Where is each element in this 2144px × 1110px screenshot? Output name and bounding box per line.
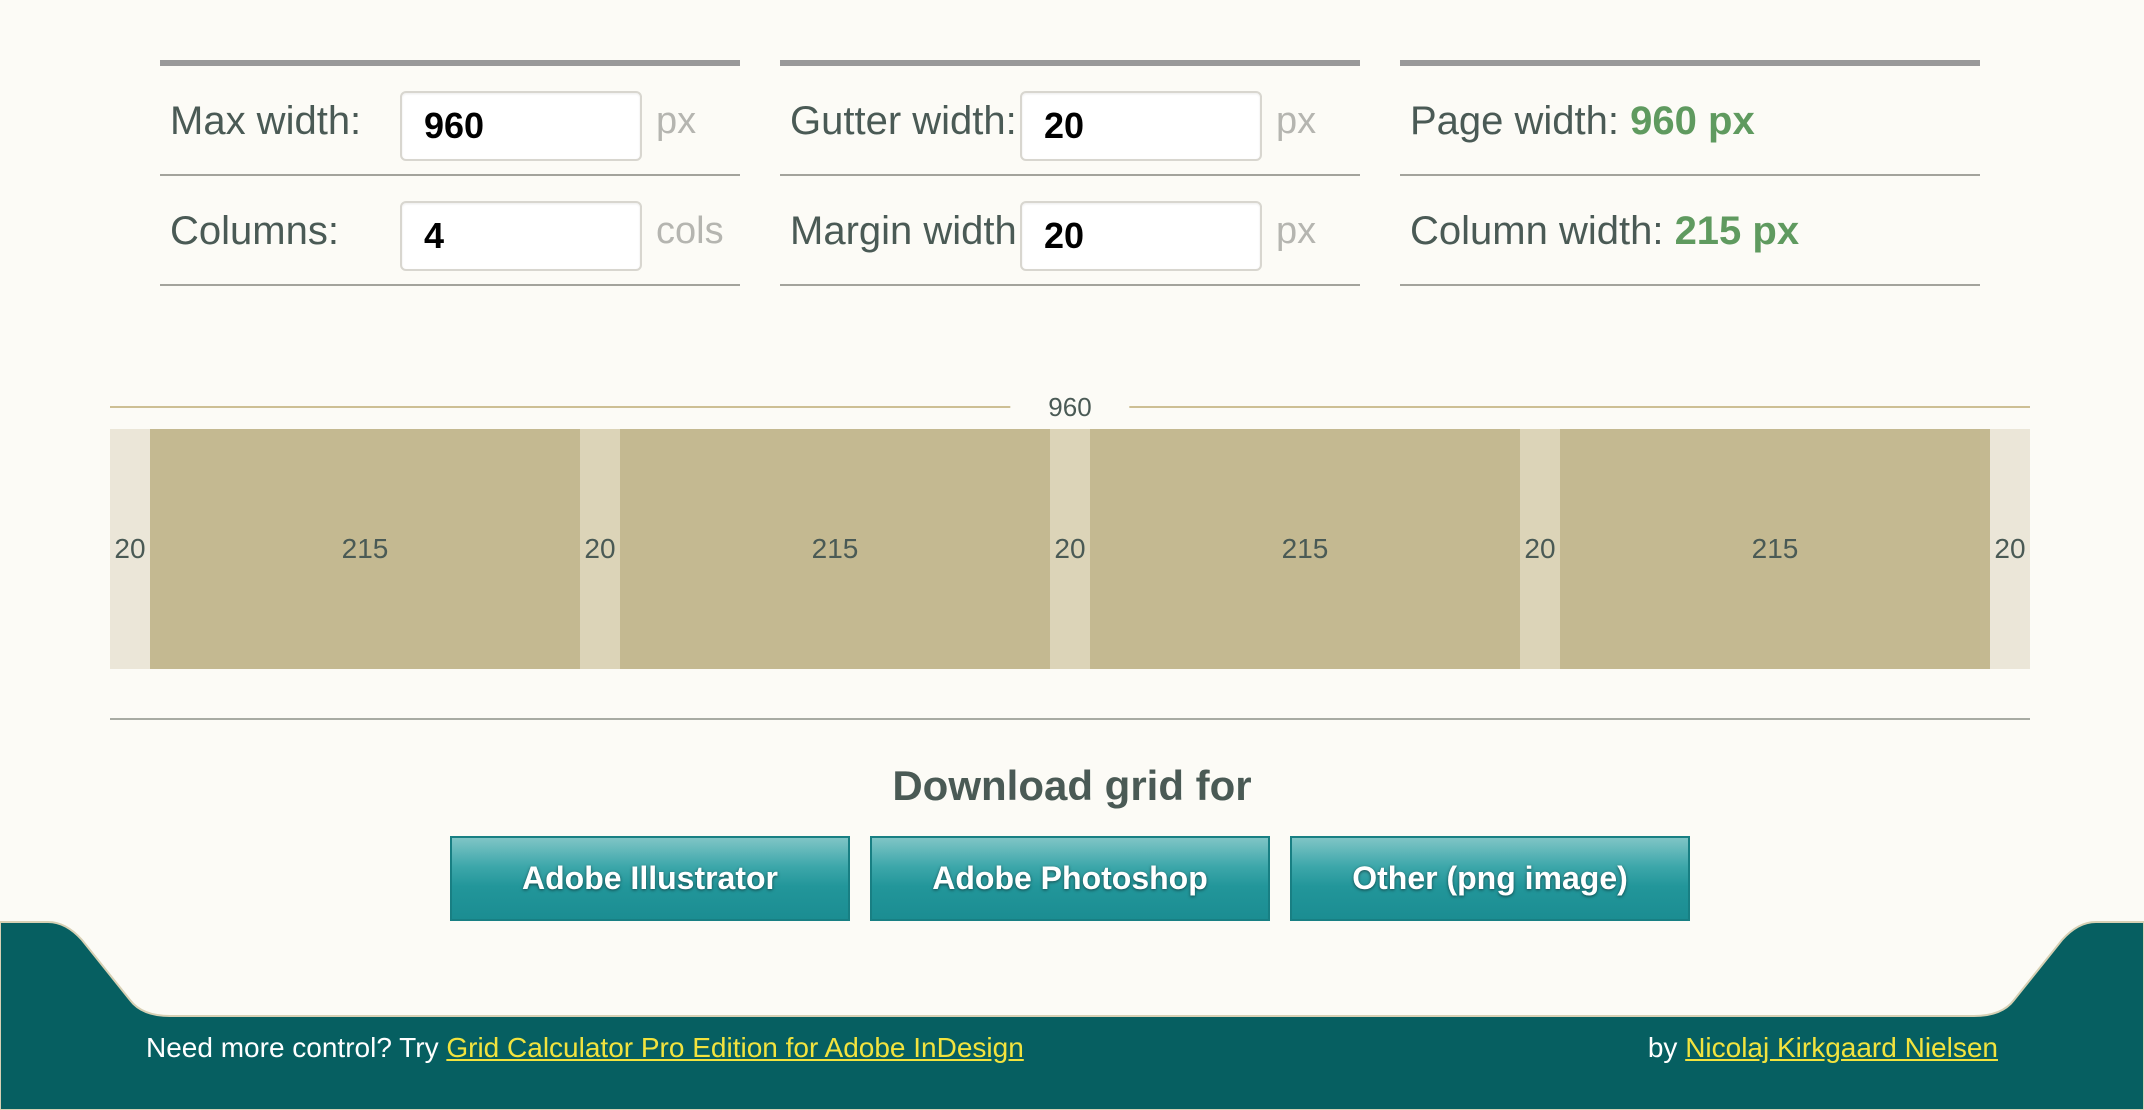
grid-gutter-1: 20 [580,429,620,669]
margin-width-row: Margin width: px [780,176,1360,286]
page-width-result: Page width: 960 px [1410,66,1755,176]
gutter-width-unit: px [1276,100,1317,142]
results-panel: Page width: 960 px Column width: 215 px [1400,60,1980,286]
settings-panel-spacing: Gutter width: px Margin width: px [780,60,1360,286]
grid-column-1: 215 [150,429,580,669]
author-link[interactable]: Nicolaj Kirkgaard Nielsen [1685,1032,1998,1063]
grid-margin-right: 20 [1990,429,2030,669]
download-title: Download grid for [892,762,1252,809]
grid-column-2: 215 [620,429,1050,669]
column-width-result: Column width: 215 px [1410,176,1799,286]
page-width-value: 960 px [1630,99,1755,143]
download-buttons: Adobe Illustrator Adobe Photoshop Other … [450,836,1690,921]
total-width-label: 960 [1010,385,1130,429]
footer-credit: by Nicolaj Kirkgaard Nielsen [1648,1030,1998,1066]
max-width-row: Max width: px [160,66,740,176]
section-divider [110,718,2030,720]
max-width-input[interactable] [400,91,642,161]
page-width-row: Page width: 960 px [1400,66,1980,176]
columns-label: Columns: [170,209,339,253]
pro-edition-link[interactable]: Grid Calculator Pro Edition for Adobe In… [446,1032,1023,1063]
margin-width-label: Margin width: [790,209,1028,253]
max-width-unit: px [656,100,697,142]
gutter-width-input[interactable] [1020,91,1262,161]
page-width-label: Page width: [1410,99,1620,143]
gutter-width-row: Gutter width: px [780,66,1360,176]
footer-promo: Need more control? Try Grid Calculator P… [146,1030,1024,1066]
margin-width-unit: px [1276,210,1317,252]
footer-by-text: by [1647,1032,1678,1063]
download-png-button[interactable]: Other (png image) [1290,836,1690,921]
column-width-value: 215 px [1674,209,1800,253]
total-width-line: 960 [110,385,2030,429]
columns-input[interactable] [400,201,642,271]
gutter-width-label: Gutter width: [790,99,1017,143]
columns-row: Columns: cols [160,176,740,286]
grid-bar: 20 215 20 215 20 215 20 215 20 [110,429,2030,669]
grid-preview: 960 20 215 20 215 20 215 20 215 20 [110,385,2030,669]
columns-unit: cols [656,210,724,252]
download-illustrator-button[interactable]: Adobe Illustrator [450,836,850,921]
grid-margin-left: 20 [110,429,150,669]
footer-promo-text: Need more control? Try [146,1032,439,1063]
grid-column-3: 215 [1090,429,1520,669]
settings-panel-page: Max width: px Columns: cols [160,60,740,286]
margin-width-input[interactable] [1020,201,1262,271]
grid-column-4: 215 [1560,429,1990,669]
grid-gutter-2: 20 [1050,429,1090,669]
grid-gutter-3: 20 [1520,429,1560,669]
download-photoshop-button[interactable]: Adobe Photoshop [870,836,1270,921]
column-width-label: Column width: [1410,209,1664,253]
column-width-row: Column width: 215 px [1400,176,1980,286]
max-width-label: Max width: [170,99,362,143]
